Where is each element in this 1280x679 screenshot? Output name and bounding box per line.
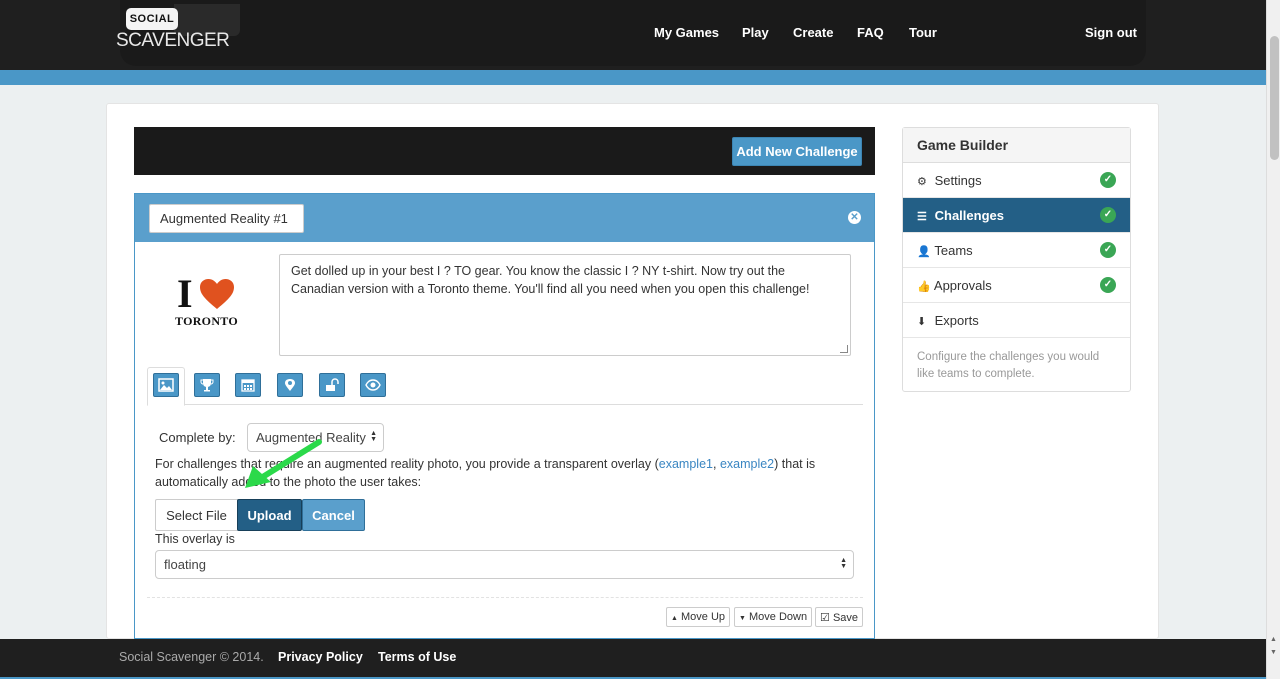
move-down-button[interactable]: ▼ Move Down <box>734 607 813 627</box>
complete-by-value: Augmented Reality <box>256 430 366 445</box>
tab-visibility[interactable] <box>360 373 386 397</box>
challenge-description-text: Get dolled up in your best I ? TO gear. … <box>291 264 810 296</box>
footer-terms-link[interactable]: Terms of Use <box>378 650 456 664</box>
logo-wordmark: SCAVENGER <box>116 30 230 51</box>
footer-copyright: Social Scavenger © 2014. <box>119 650 264 664</box>
nav-create[interactable]: Create <box>793 25 833 40</box>
eye-icon <box>365 379 381 391</box>
nav-play[interactable]: Play <box>742 25 769 40</box>
calendar-icon <box>241 379 255 392</box>
help-separator: , <box>712 457 720 471</box>
unlock-icon <box>326 378 339 391</box>
scroll-down-icon[interactable]: ▼ <box>1270 649 1277 656</box>
heart-icon <box>200 279 234 309</box>
resize-handle-icon[interactable] <box>840 345 848 353</box>
sidebar-item-label: Challenges <box>934 208 1004 223</box>
challenge-panel-header: ✕ <box>135 194 874 242</box>
challenge-tabs <box>147 367 863 406</box>
download-icon: ⬇ <box>917 316 927 328</box>
challenge-panel: ✕ I TORONTO Get dolled up in your best I… <box>134 193 875 639</box>
move-up-label: Move Up <box>681 611 726 623</box>
check-icon: ✓ <box>1100 172 1116 188</box>
sidebar-item-settings[interactable]: ⚙ Settings ✓ <box>903 163 1130 198</box>
overlay-help-text: For challenges that require an augmented… <box>155 455 855 491</box>
select-arrows-icon: ▲ ▼ <box>840 557 847 570</box>
edit-icon: ☑ <box>820 611 830 624</box>
trophy-icon <box>200 379 214 392</box>
sidebar-help-text: Configure the challenges you would like … <box>917 351 1100 380</box>
complete-by-label: Complete by: <box>159 430 236 445</box>
sidebar-title: Game Builder <box>903 128 1130 163</box>
caret-up-icon: ▲ <box>671 615 678 622</box>
tab-trophy[interactable] <box>194 373 220 397</box>
select-arrows-icon: ▲ ▼ <box>370 430 377 443</box>
navbar-inner <box>120 0 1146 66</box>
challenge-image-i: I <box>177 271 193 316</box>
challenge-title-input[interactable] <box>149 204 304 233</box>
close-icon[interactable]: ✕ <box>848 211 861 224</box>
page-footer: Social Scavenger © 2014. Privacy Policy … <box>0 639 1266 679</box>
example2-link[interactable]: example2 <box>720 457 774 471</box>
nav-tour[interactable]: Tour <box>909 25 937 40</box>
overlay-type-value: floating <box>164 557 206 572</box>
sidebar-item-label: Approvals <box>933 278 992 293</box>
check-icon: ✓ <box>1100 242 1116 258</box>
footer-privacy-link[interactable]: Privacy Policy <box>278 650 363 664</box>
game-builder-sidebar: Game Builder ⚙ Settings ✓ ☰ Challenges ✓… <box>902 127 1131 392</box>
list-icon: ☰ <box>917 211 927 223</box>
navbar-stripe <box>0 70 1266 85</box>
panel-divider <box>147 597 863 598</box>
scroll-up-icon[interactable]: ▲ <box>1270 636 1277 643</box>
page-scrollbar[interactable]: ▲ ▼ <box>1266 0 1280 679</box>
upload-button[interactable]: Upload <box>237 499 302 531</box>
gear-icon: ⚙ <box>917 176 927 188</box>
nav-my-games[interactable]: My Games <box>654 25 719 40</box>
challenge-description-textarea[interactable]: Get dolled up in your best I ? TO gear. … <box>279 254 851 356</box>
logo-badge: SOCIAL <box>126 8 178 30</box>
challenge-image-city: TORONTO <box>175 314 239 328</box>
tab-image[interactable] <box>153 373 179 397</box>
sidebar-item-label: Teams <box>934 243 973 258</box>
cancel-button[interactable]: Cancel <box>302 499 365 531</box>
overlay-type-label: This overlay is <box>155 532 235 546</box>
sidebar-item-teams[interactable]: 👤 Teams ✓ <box>903 233 1130 268</box>
tab-location[interactable] <box>277 373 303 397</box>
tab-calendar[interactable] <box>235 373 261 397</box>
sidebar-item-challenges[interactable]: ☰ Challenges ✓ <box>903 198 1130 233</box>
move-down-label: Move Down <box>749 611 808 623</box>
thumbs-up-icon: 👍 <box>917 281 931 293</box>
challenge-image[interactable]: I TORONTO <box>173 271 241 329</box>
help-prefix: For challenges that require an augmented… <box>155 457 659 471</box>
tab-unlock[interactable] <box>319 373 345 397</box>
picture-icon <box>158 378 174 392</box>
site-logo[interactable]: SOCIAL SCAVENGER <box>116 4 241 52</box>
example1-link[interactable]: example1 <box>659 457 713 471</box>
sidebar-item-exports[interactable]: ⬇ Exports <box>903 303 1130 338</box>
save-label: Save <box>832 611 859 624</box>
complete-by-select[interactable]: Augmented Reality ▲ ▼ <box>247 423 384 452</box>
save-button[interactable]: ☑ Save <box>815 607 864 627</box>
scrollbar-thumb[interactable] <box>1270 36 1279 160</box>
nav-faq[interactable]: FAQ <box>857 25 884 40</box>
move-up-button[interactable]: ▲ Move Up <box>666 607 731 627</box>
check-icon: ✓ <box>1100 277 1116 293</box>
user-icon: 👤 <box>917 246 931 258</box>
caret-down-icon: ▼ <box>739 615 746 622</box>
overlay-type-select[interactable]: floating ▲ ▼ <box>155 550 854 579</box>
add-new-challenge-button[interactable]: Add New Challenge <box>732 137 862 166</box>
sidebar-item-label: Settings <box>934 173 982 188</box>
sidebar-item-label: Exports <box>934 313 979 328</box>
select-file-button[interactable]: Select File <box>155 499 238 531</box>
sidebar-item-approvals[interactable]: 👍 Approvals ✓ <box>903 268 1130 303</box>
check-icon: ✓ <box>1100 207 1116 223</box>
map-marker-icon <box>285 379 295 391</box>
nav-sign-out[interactable]: Sign out <box>1085 25 1137 40</box>
